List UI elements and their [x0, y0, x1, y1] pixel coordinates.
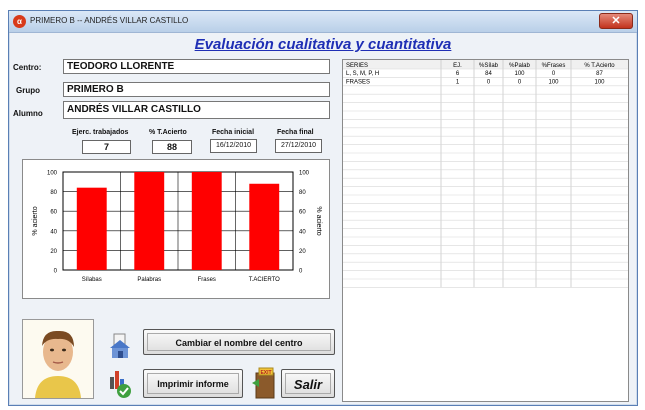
- y-tick-label-right: 0: [299, 269, 303, 275]
- exit-sign-text: EXIT: [260, 370, 271, 376]
- table-column-header: %Sílab: [479, 63, 499, 69]
- y-tick-label-right: 100: [299, 171, 310, 177]
- y-tick-label-right: 20: [299, 249, 306, 255]
- bar: [249, 183, 280, 270]
- table-cell: 6: [456, 71, 460, 77]
- ejercicios-label: Ejerc. trabajados: [72, 129, 129, 136]
- y-tick-label-right: 40: [299, 229, 306, 235]
- table-column-header: % T.Acierto: [584, 63, 615, 69]
- x-tick-label: T.ACIERTO: [249, 277, 280, 283]
- x-tick-label: Sílabas: [82, 277, 102, 283]
- table-column-header: %Palab: [509, 63, 530, 69]
- y-tick-label-left: 100: [47, 171, 58, 177]
- y-tick-label-left: 20: [50, 249, 57, 255]
- x-tick-label: Palabras: [137, 277, 161, 283]
- app-icon: α: [13, 15, 26, 28]
- bar-chart-panel: 0 0 20 20 40 40 60 60 80 80 100 100 Sílabas Palabras F…: [22, 159, 330, 299]
- table-cell: 0: [552, 71, 556, 77]
- ejercicios-value: 7: [82, 140, 131, 154]
- fecha-final-value: 27/12/2010: [275, 139, 322, 153]
- y-tick-label-right: 80: [299, 190, 306, 196]
- table-column-header: %Frases: [542, 63, 566, 69]
- acierto-value: 88: [152, 140, 192, 154]
- student-photo: [22, 319, 94, 399]
- table-column-header: EJ.: [453, 63, 462, 69]
- button-frame: [147, 373, 239, 394]
- alumno-field[interactable]: ANDRÉS VILLAR CASTILLO: [63, 101, 330, 119]
- x-tick-label: Frases: [198, 277, 216, 283]
- y-tick-label-right: 60: [299, 210, 306, 216]
- y-axis-label-right: % acierto: [315, 206, 322, 235]
- results-grid: SERIES EJ. %Sílab %Palab %Frases % T.Acierto L…: [343, 60, 628, 288]
- student-photo-image: [23, 320, 93, 398]
- table-cell: FRASES: [346, 79, 370, 85]
- table-cell: 1: [456, 79, 460, 85]
- salir-button[interactable]: Salir: [281, 369, 335, 398]
- table-cell: 0: [518, 79, 522, 85]
- imprimir-informe-button[interactable]: Imprimir informe: [143, 369, 243, 398]
- fecha-final-label: Fecha final: [277, 129, 314, 136]
- report-chart-icon[interactable]: [108, 367, 134, 399]
- y-tick-label-left: 80: [50, 190, 57, 196]
- title-bar[interactable]: α PRIMERO B -- ANDRÉS VILLAR CASTILLO ✕: [9, 11, 637, 33]
- button-frame: [285, 373, 331, 394]
- grupo-label: Grupo: [16, 86, 40, 95]
- table-cell: 0: [487, 79, 491, 85]
- y-tick-label-left: 40: [50, 229, 57, 235]
- alumno-label: Alumno: [13, 109, 43, 118]
- app-window: α PRIMERO B -- ANDRÉS VILLAR CASTILLO ✕ …: [8, 10, 638, 406]
- fecha-inicial-value: 16/12/2010: [210, 139, 257, 153]
- close-icon[interactable]: ✕: [599, 13, 633, 29]
- cambiar-nombre-button[interactable]: Cambiar el nombre del centro: [143, 329, 335, 355]
- acierto-label: % T.Acierto: [149, 129, 187, 136]
- table-cell: L, S, M, P, H: [346, 71, 379, 77]
- results-table[interactable]: SERIES EJ. %Sílab %Palab %Frases % T.Acierto L…: [342, 59, 629, 402]
- bar: [191, 172, 222, 270]
- table-cell: 84: [485, 71, 492, 77]
- house-icon: [108, 333, 132, 359]
- window-title: PRIMERO B -- ANDRÉS VILLAR CASTILLO: [30, 16, 189, 25]
- form-title: Evaluación cualitativa y cuantitativa: [194, 36, 452, 53]
- table-cell: 87: [596, 71, 603, 77]
- table-cell: 100: [548, 79, 559, 85]
- button-frame: [147, 333, 331, 351]
- fecha-inicial-label: Fecha inicial: [212, 129, 255, 136]
- table-cell: 100: [514, 71, 525, 77]
- exit-door-icon[interactable]: EXIT: [250, 367, 280, 399]
- centro-label: Centro:: [13, 63, 42, 72]
- grupo-field[interactable]: PRIMERO B: [63, 82, 330, 97]
- y-axis-label-left: % acierto: [32, 206, 39, 235]
- bar-chart: 0 0 20 20 40 40 60 60 80 80 100 100 Sílabas Palabras F…: [32, 171, 322, 284]
- bar: [76, 187, 107, 270]
- table-cell: 100: [594, 79, 605, 85]
- y-tick-label-left: 0: [54, 269, 58, 275]
- y-tick-label-left: 60: [50, 210, 57, 216]
- table-column-header: SERIES: [346, 63, 368, 69]
- bar: [134, 172, 165, 270]
- centro-field[interactable]: TEODORO LLORENTE: [63, 59, 330, 74]
